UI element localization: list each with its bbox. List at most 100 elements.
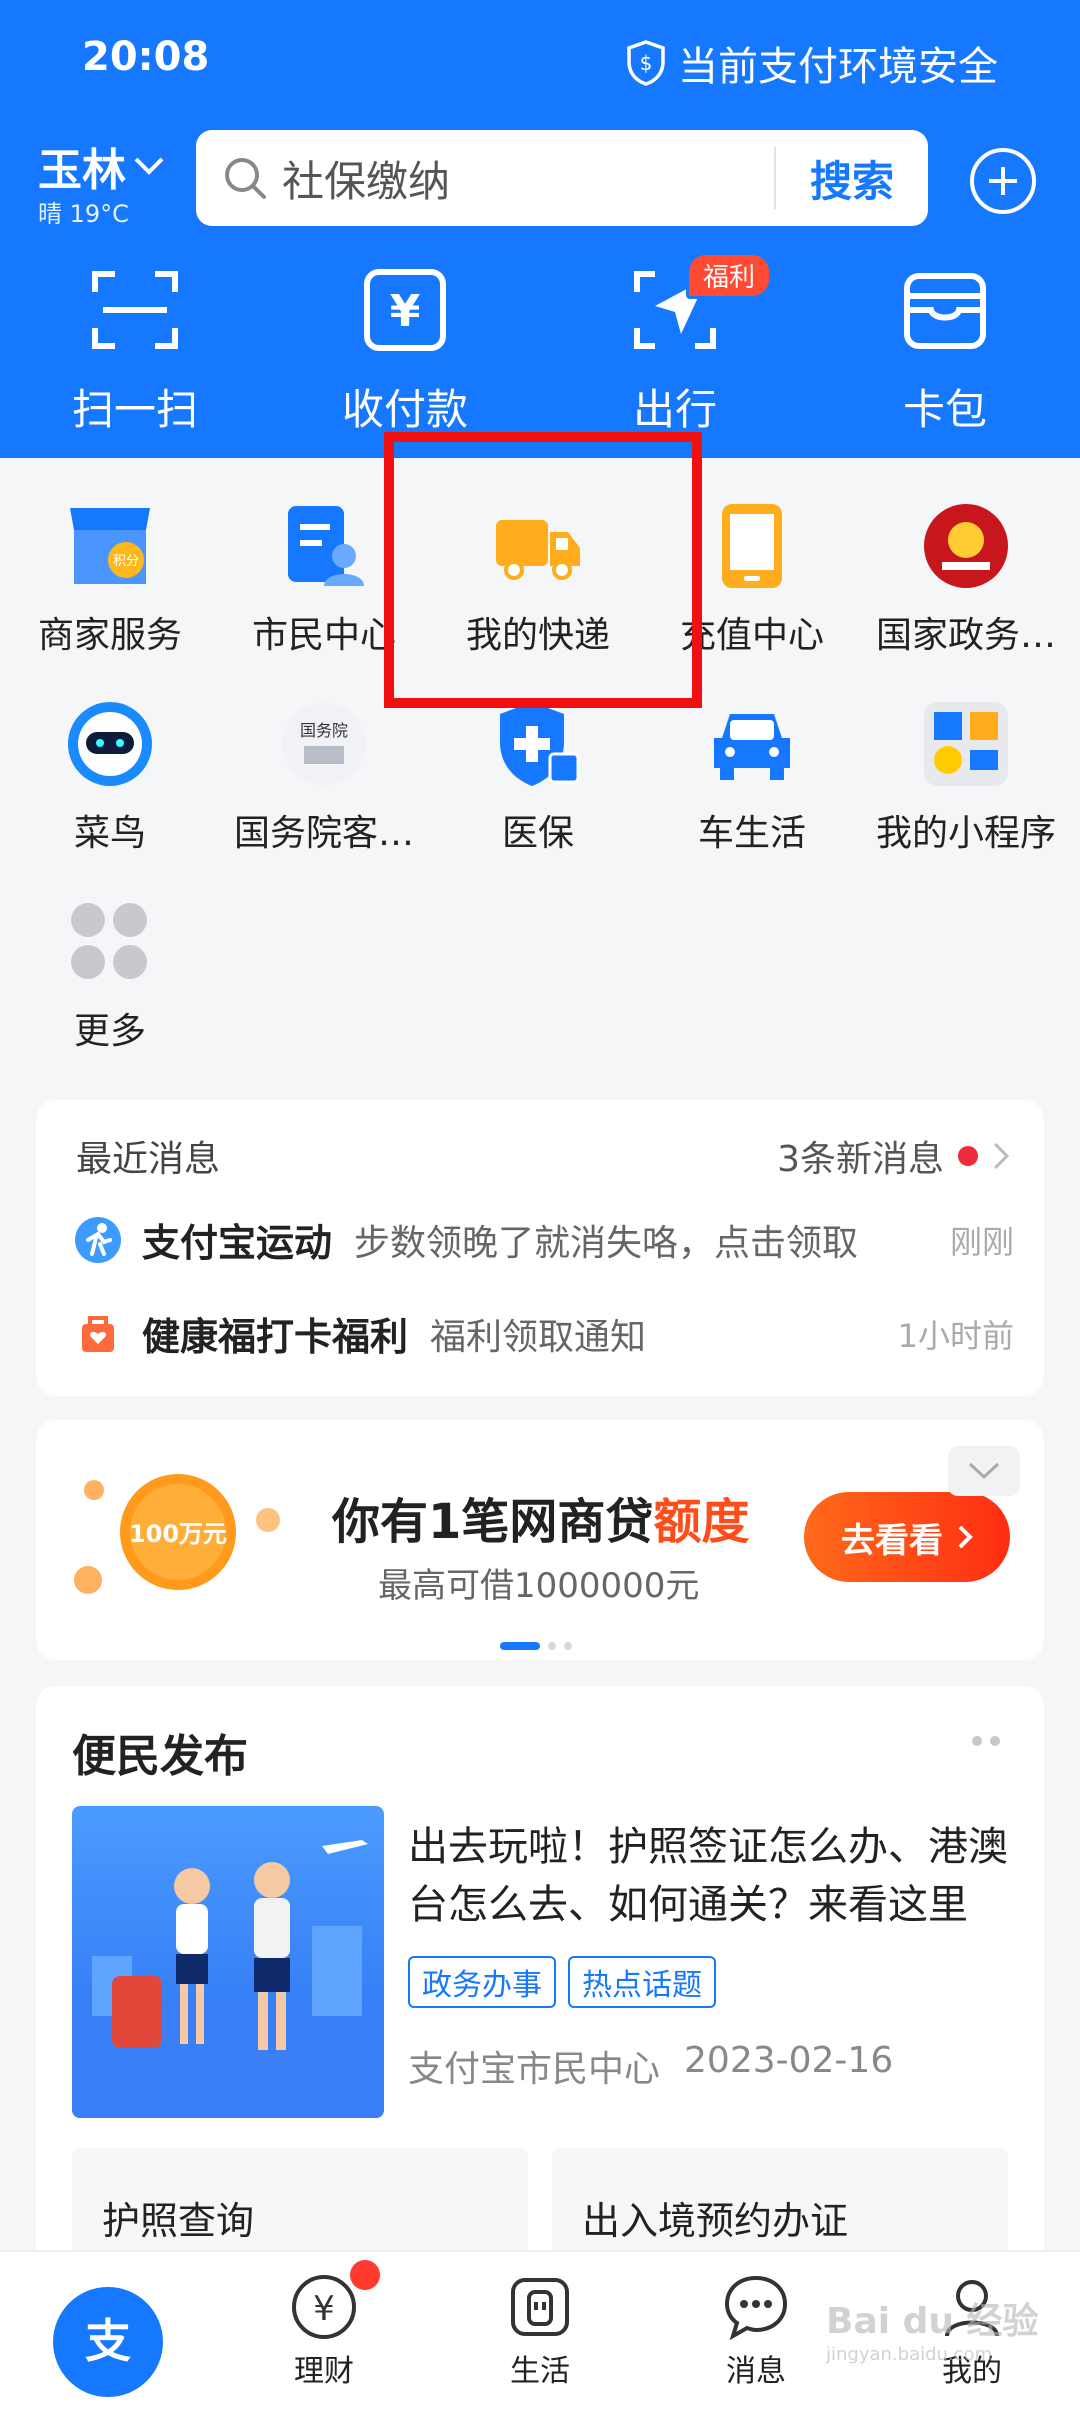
tab-home[interactable]: 支: [0, 2252, 216, 2412]
state-council-item[interactable]: 国务院 国务院客…: [220, 698, 428, 896]
card-wallet-button[interactable]: 卡包: [810, 262, 1080, 437]
wallet-icon: [904, 273, 986, 349]
coin-text: 100万元: [129, 1520, 227, 1548]
cainiao-icon: [68, 702, 152, 786]
loan-title: 你有1笔网商贷额度: [332, 1482, 749, 1552]
scan-label: 扫一扫: [71, 385, 198, 434]
message-title: 健康福打卡福利: [142, 1315, 409, 1359]
card-wallet-label: 卡包: [902, 385, 987, 434]
article-date: 2023-02-16: [684, 2040, 894, 2081]
pay-receive-label: 收付款: [341, 385, 468, 434]
status-time: 20:08: [82, 34, 210, 80]
tab-life[interactable]: 生活: [432, 2252, 648, 2412]
svg-text:¥: ¥: [313, 2289, 335, 2329]
svg-text:¥: ¥: [390, 286, 421, 337]
safety-text: 当前支付环境安全: [678, 44, 998, 90]
search-button[interactable]: 搜索: [776, 148, 928, 209]
article-thumbnail[interactable]: [72, 1806, 384, 2118]
loan-title-highlight: 额度: [653, 1494, 750, 1550]
service-label: 我的小程序: [875, 813, 1056, 854]
car-icon: [714, 714, 790, 780]
service-label: 菜鸟: [73, 813, 146, 854]
loan-title-main: 你有1笔网商贷: [332, 1494, 654, 1550]
watermark-main: Bai du 经验: [826, 2301, 1039, 2342]
carousel-indicator: [500, 1642, 572, 1650]
city-selector[interactable]: 玉林: [38, 134, 166, 198]
convenience-title: 便民发布: [72, 1731, 248, 1782]
baidu-watermark: Bai du 经验 jingyan.baidu.com: [826, 2292, 1039, 2365]
city-name: 玉林: [38, 145, 126, 196]
tab-label: 生活: [510, 2354, 570, 2389]
travel-label: 出行: [632, 385, 717, 434]
new-messages-link[interactable]: 3条新消息: [777, 1130, 1010, 1182]
yuan-icon: ¥: [364, 269, 446, 351]
chevron-right-icon: [993, 1142, 1010, 1170]
national-emblem-icon: [924, 504, 1008, 588]
article-source: 支付宝市民中心: [408, 2049, 661, 2090]
loan-banner[interactable]: 100万元 你有1笔网商贷额度 最高可借1000000元 去看看: [36, 1420, 1044, 1660]
more-options-button[interactable]: [972, 1736, 1000, 1746]
recent-messages-card[interactable]: 最近消息 3条新消息 支付宝运动 步数领晚了就消失咯，点击领取 刚刚 健康福打卡…: [36, 1100, 1044, 1396]
svg-text:$: $: [640, 51, 653, 75]
service-label: 车生活: [697, 813, 806, 854]
miniprogram-icon: [924, 702, 1008, 786]
state-council-icon-text: 国务院: [300, 721, 348, 740]
message-row[interactable]: 健康福打卡福利 福利领取通知 1小时前: [74, 1306, 1014, 1361]
tag[interactable]: 热点话题: [568, 1956, 716, 2008]
phone-icon: [722, 504, 782, 588]
health-bag-icon: [82, 1315, 114, 1352]
scan-icon: [92, 271, 178, 349]
message-title: 支付宝运动: [142, 1221, 333, 1265]
messages-title: 最近消息: [76, 1139, 221, 1180]
welfare-badge: 福利: [686, 252, 773, 299]
tag[interactable]: 政务办事: [408, 1956, 556, 2008]
payment-safety-indicator[interactable]: $ 当前支付环境安全: [626, 34, 998, 92]
service-label: 国家政务…: [875, 615, 1056, 656]
medical-insurance-item[interactable]: 医保: [434, 698, 642, 896]
pay-receive-button[interactable]: ¥ 收付款: [270, 262, 540, 437]
tab-finance[interactable]: ¥ 理财: [216, 2252, 432, 2412]
national-gov-item[interactable]: 国家政务…: [862, 500, 1070, 698]
cainiao-item[interactable]: 菜鸟: [6, 698, 214, 896]
unread-dot: [958, 1146, 978, 1166]
life-icon: [511, 2278, 569, 2336]
message-desc: 福利领取通知: [430, 1316, 647, 1358]
add-button[interactable]: [970, 148, 1036, 214]
state-council-icon: 国务院: [282, 702, 366, 786]
chevron-right-icon: [958, 1525, 973, 1549]
search-input[interactable]: 社保缴纳: [282, 148, 774, 209]
message-time: 刚刚: [949, 1222, 1014, 1261]
tab-label: 理财: [294, 2354, 354, 2389]
search-bar[interactable]: 社保缴纳 搜索: [196, 130, 928, 226]
weather-text: 晴 19°C: [38, 200, 129, 228]
merchant-service-item[interactable]: 积分 商家服务: [6, 500, 214, 698]
plus-icon: [989, 167, 1017, 195]
service-label: 商家服务: [37, 615, 182, 656]
store-icon: 积分: [70, 508, 150, 584]
car-life-item[interactable]: 车生活: [648, 698, 856, 896]
collapse-banner-button[interactable]: [948, 1446, 1020, 1496]
view-loan-button[interactable]: 去看看: [804, 1492, 1010, 1582]
article-meta: 支付宝市民中心 2023-02-16: [408, 2040, 893, 2092]
chevron-down-icon: [968, 1462, 1000, 1480]
message-icon: [724, 2275, 788, 2341]
points-badge: 积分: [113, 554, 139, 569]
more-grid-icon: [71, 903, 147, 979]
my-miniprogram-item[interactable]: 我的小程序: [862, 698, 1070, 896]
more-item[interactable]: 更多: [6, 896, 214, 1094]
scan-button[interactable]: 扫一扫: [0, 262, 270, 437]
article-headline[interactable]: 出去玩啦！护照签证怎么办、港澳台怎么去、如何通关？来看这里: [408, 1818, 1018, 1934]
citizen-card-icon: [288, 506, 364, 586]
notification-dot: [350, 2260, 380, 2290]
finance-icon: ¥: [292, 2275, 356, 2339]
shield-icon: $: [627, 40, 665, 86]
highlight-annotation-box: [384, 432, 702, 708]
service-label: 国务院客…: [233, 813, 414, 854]
view-loan-label: 去看看: [841, 1520, 943, 1561]
message-row[interactable]: 支付宝运动 步数领晚了就消失咯，点击领取 刚刚: [74, 1212, 1014, 1267]
tab-label: 消息: [726, 2354, 786, 2389]
sport-icon: [75, 1216, 121, 1263]
new-messages-count: 3条新消息: [777, 1139, 944, 1180]
article-tags: 政务办事 热点话题: [408, 1956, 716, 2008]
service-label: 更多: [73, 1011, 146, 1052]
